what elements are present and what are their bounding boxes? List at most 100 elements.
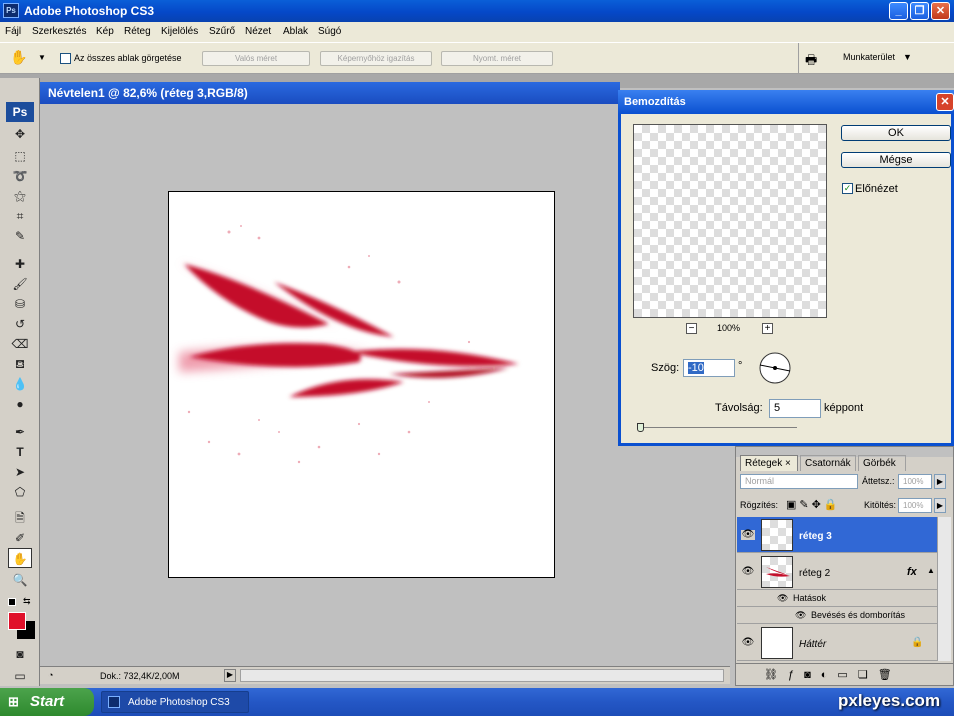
hand-tool-icon[interactable]: ✋ [10, 49, 27, 66]
taskbar-item-photoshop[interactable]: Adobe Photoshop CS3 [101, 691, 249, 713]
start-button[interactable]: ⊞ Start [0, 688, 94, 716]
hand-tool-selected-icon[interactable]: ✋ [8, 548, 32, 568]
effects-eye-icon[interactable]: 👁 [777, 593, 788, 604]
close-button[interactable]: ✕ [931, 2, 950, 20]
swap-colors-icon[interactable]: ⇆ [23, 596, 31, 607]
filter-preview[interactable] [633, 124, 827, 318]
visibility-eye-icon[interactable]: 👁 [741, 638, 755, 648]
fill-arrow-icon[interactable]: ▶ [934, 498, 946, 513]
group-folder-icon[interactable]: ▭ [837, 669, 857, 681]
file-browser-icon[interactable]: 🖶 [805, 51, 817, 73]
menu-help[interactable]: Súgó [318, 26, 341, 37]
workspace-chevron-down-icon[interactable]: ▼ [903, 52, 912, 62]
fx-icon[interactable]: ƒ [788, 669, 804, 681]
lock-icons[interactable]: ▣✎✥🔒 [786, 498, 841, 511]
menu-view[interactable]: Nézet [245, 26, 271, 37]
magic-wand-tool-icon[interactable]: ⚝ [8, 186, 32, 206]
distance-slider-thumb[interactable] [637, 423, 644, 432]
fill-input[interactable]: 100% [898, 498, 932, 513]
dodge-tool-icon[interactable]: ● [8, 394, 32, 414]
opacity-label: Áttetsz.: [862, 476, 895, 486]
zoom-out-icon[interactable]: − [686, 323, 697, 334]
menu-select[interactable]: Kijelölés [161, 26, 198, 37]
paint-bucket-icon[interactable]: ⛾ [8, 354, 32, 374]
lasso-tool-icon[interactable]: ➰ [8, 166, 32, 186]
tab-layers-label: Rétegek [745, 458, 783, 469]
crop-tool-icon[interactable]: ⌗ [8, 206, 32, 226]
visibility-eye-icon[interactable]: 👁 [741, 530, 755, 540]
distance-slider-track[interactable] [639, 427, 797, 428]
menu-window[interactable]: Ablak [283, 26, 308, 37]
angle-dial[interactable] [758, 351, 792, 385]
pen-tool-icon[interactable]: ✒ [8, 422, 32, 442]
print-size-button[interactable]: Nyomt. méret [441, 51, 553, 66]
new-layer-icon[interactable]: ❏ [858, 669, 878, 681]
cancel-button[interactable]: Mégse [841, 152, 951, 168]
mask-icon[interactable]: ◙ [804, 669, 821, 681]
ok-button[interactable]: OK [841, 125, 951, 141]
dialog-close-icon[interactable]: ✕ [936, 93, 954, 111]
angle-input[interactable]: -10 [683, 359, 735, 377]
blur-tool-icon[interactable]: 💧 [8, 374, 32, 394]
opacity-arrow-icon[interactable]: ▶ [934, 474, 946, 489]
status-icon[interactable]: ◔ [48, 670, 53, 680]
zoom-tool-icon[interactable]: 🔍 [8, 570, 32, 590]
actual-pixels-button[interactable]: Valós méret [202, 51, 310, 66]
brush-tool-icon[interactable]: 🖌 [8, 274, 32, 294]
tab-curves[interactable]: Görbék [858, 455, 906, 471]
slice-tool-icon[interactable]: ✎ [8, 226, 32, 246]
marquee-tool-icon[interactable]: ⬚ [8, 146, 32, 166]
tab-layers[interactable]: Rétegek × [740, 455, 798, 471]
eyedropper-icon[interactable]: ✐ [8, 528, 32, 548]
minimize-button[interactable]: _ [889, 2, 908, 20]
status-menu-arrow-icon[interactable]: ▶ [224, 669, 236, 682]
effects-row[interactable]: 👁 Hatások [737, 590, 937, 607]
move-tool-icon[interactable]: ✥ [8, 124, 32, 144]
layer-row-background[interactable]: 👁 Háttér 🔒 [737, 625, 937, 661]
healing-brush-icon[interactable]: ✚ [8, 254, 32, 274]
shape-tool-icon[interactable]: ⬠ [8, 482, 32, 502]
effect-item-row[interactable]: 👁 Bevésés és domborítás [737, 607, 937, 624]
scroll-all-checkbox[interactable] [60, 53, 71, 64]
layers-scrollbar[interactable] [937, 517, 951, 661]
layer-row-reteg2[interactable]: 👁 réteg 2 fx ▲ [737, 554, 937, 590]
distance-input[interactable]: 5 [769, 399, 821, 418]
clone-stamp-icon[interactable]: ⛁ [8, 294, 32, 314]
blend-mode-select[interactable]: Normál [740, 474, 858, 489]
eraser-tool-icon[interactable]: ⌫ [8, 334, 32, 354]
menu-file[interactable]: Fájl [5, 26, 21, 37]
layer-effects-icon[interactable]: fx [907, 566, 917, 578]
document-titlebar[interactable]: Névtelen1 @ 82,6% (réteg 3,RGB/8) [40, 82, 620, 104]
type-tool-icon[interactable]: T [8, 442, 32, 462]
effects-collapse-icon[interactable]: ▲ [927, 566, 935, 575]
visibility-eye-icon[interactable]: 👁 [741, 567, 755, 577]
notes-tool-icon[interactable]: 🗎 [8, 508, 32, 528]
menu-edit[interactable]: Szerkesztés [32, 26, 86, 37]
dialog-titlebar[interactable]: Bemozdítás ✕ [618, 90, 954, 114]
quick-mask-icon[interactable]: ◙ [8, 644, 32, 664]
tab-channels[interactable]: Csatornák [800, 455, 856, 471]
adjustment-icon[interactable]: ◐ [821, 669, 838, 681]
path-selection-icon[interactable]: ➤ [8, 462, 32, 482]
horizontal-scrollbar[interactable] [240, 669, 724, 682]
screen-mode-icon[interactable]: ▭ [8, 666, 32, 686]
document-canvas[interactable] [168, 191, 555, 578]
ps-logo-icon[interactable]: Ps [6, 102, 34, 122]
default-colors-icon[interactable] [8, 598, 16, 606]
layer-row-reteg3[interactable]: 👁 réteg 3 [737, 517, 937, 553]
preview-checkbox[interactable]: ✓ [842, 183, 853, 194]
restore-button[interactable]: ❐ [910, 2, 929, 20]
menu-filter[interactable]: Szűrő [209, 26, 235, 37]
trash-icon[interactable]: 🗑 [878, 669, 902, 681]
workspace-menu[interactable]: Munkaterület [843, 52, 895, 62]
zoom-in-icon[interactable]: + [762, 323, 773, 334]
link-icon[interactable]: ⛓ [764, 669, 788, 681]
menu-image[interactable]: Kép [96, 26, 114, 37]
history-brush-icon[interactable]: ↺ [8, 314, 32, 334]
opacity-input[interactable]: 100% [898, 474, 932, 489]
fit-screen-button[interactable]: Képernyőhöz igazítás [320, 51, 432, 66]
tool-preset-dropdown-icon[interactable]: ▼ [38, 53, 46, 62]
foreground-color-swatch[interactable] [8, 612, 26, 630]
effect-eye-icon[interactable]: 👁 [795, 610, 806, 621]
menu-layer[interactable]: Réteg [124, 26, 151, 37]
